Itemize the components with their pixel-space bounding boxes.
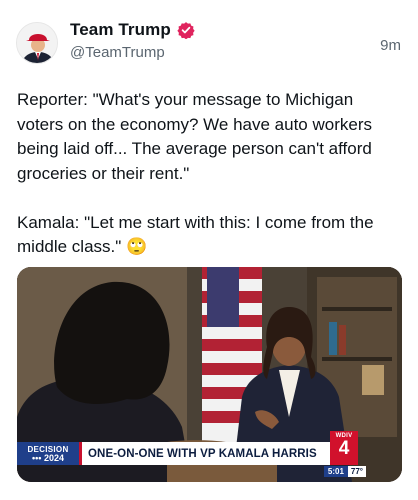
time-temp-bar: 5:01 77° <box>323 466 366 477</box>
news-lower-third: DECISION ••• 2024 ONE-ON-ONE WITH VP KAM… <box>17 442 337 465</box>
author-handle[interactable]: @TeamTrump <box>70 44 195 61</box>
author-display-name[interactable]: Team Trump <box>70 20 171 40</box>
post-timestamp[interactable]: 9m <box>380 37 401 54</box>
post-card[interactable]: Team Trump @TeamTrump 9m Reporter: "What… <box>0 0 418 500</box>
station-channel: 4 <box>338 438 350 459</box>
decision-2024-badge: DECISION ••• 2024 <box>17 442 79 465</box>
station-logo: WDIV 4 <box>330 431 358 465</box>
author-block[interactable]: Team Trump @TeamTrump <box>70 20 195 61</box>
video-thumbnail[interactable]: DECISION ••• 2024 ONE-ON-ONE WITH VP KAM… <box>17 267 402 482</box>
broadcast-time: 5:01 <box>323 466 348 477</box>
chyron-headline: ONE-ON-ONE WITH VP KAMALA HARRIS <box>79 442 337 465</box>
post-text: Reporter: "What's your message to Michig… <box>17 90 374 256</box>
avatar[interactable] <box>16 22 58 64</box>
decision-year: ••• 2024 <box>32 452 64 463</box>
verified-badge-icon <box>177 21 195 40</box>
broadcast-temperature: 77° <box>347 466 366 477</box>
